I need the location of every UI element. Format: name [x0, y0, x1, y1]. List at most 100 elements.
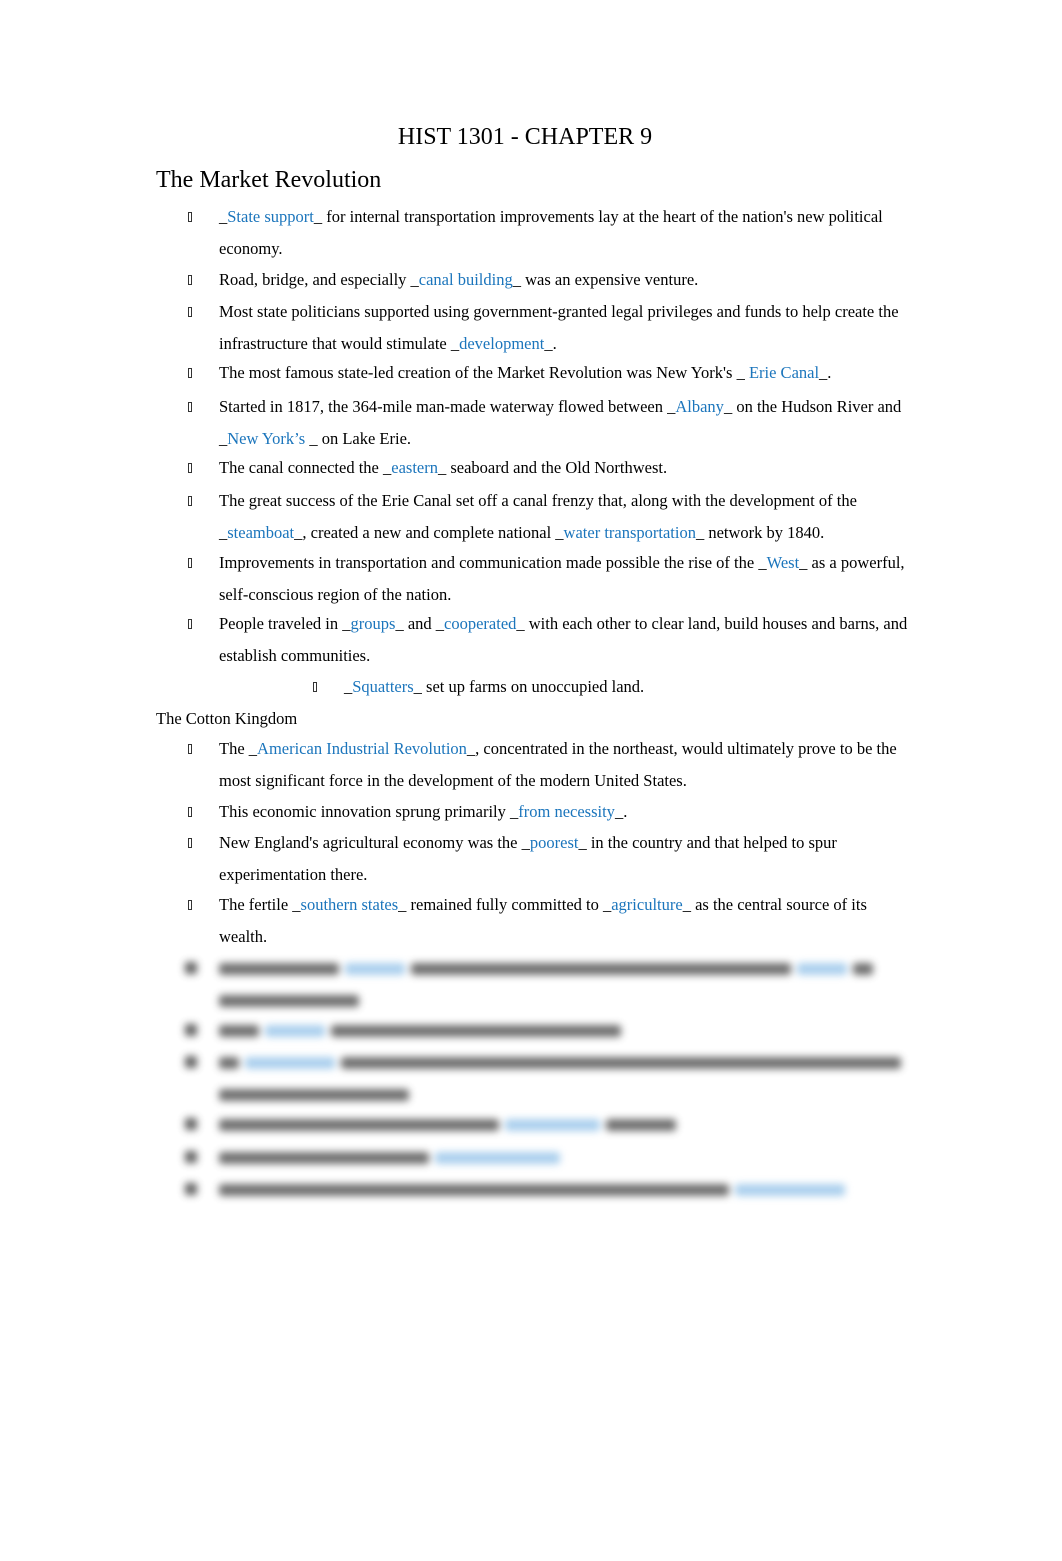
- answer-text: Erie Canal: [748, 363, 820, 382]
- bullet-icon: [188, 900, 192, 910]
- answer-text: agriculture: [611, 895, 683, 914]
- blurred-text: [797, 963, 847, 976]
- answer-text: water transportation: [563, 523, 696, 542]
- blurred-line: [185, 1046, 909, 1078]
- blurred-text: [219, 1057, 239, 1070]
- blurred-text: [265, 1025, 325, 1038]
- blurred-text: [219, 963, 339, 976]
- answer-text: Squatters: [352, 677, 414, 696]
- bullet-icon: [185, 1118, 197, 1130]
- item-text: The _: [219, 739, 258, 758]
- bullet-icon: [313, 682, 317, 692]
- bullet-icon: [188, 619, 192, 629]
- list-item: Started in 1817, the 364-mile man-made w…: [188, 391, 909, 455]
- bullet-icon: [185, 1024, 197, 1036]
- answer-text: southern states: [300, 895, 399, 914]
- item-text: Started in 1817, the 364-mile man-made w…: [219, 397, 676, 416]
- blurred-text: [853, 963, 873, 976]
- item-text: The most famous state-led creation of th…: [219, 363, 749, 382]
- item-text: People traveled in _: [219, 614, 351, 633]
- item-text: _ remained fully committed to _: [398, 895, 612, 914]
- bullet-icon: [188, 275, 192, 285]
- blurred-text: [341, 1057, 901, 1070]
- item-text: _ on Lake Erie.: [305, 429, 412, 448]
- blurred-line: [219, 1078, 909, 1110]
- blurred-line: [185, 952, 909, 984]
- blurred-text: [245, 1057, 335, 1070]
- blurred-line: [219, 984, 909, 1016]
- item-text: _.: [614, 802, 628, 821]
- blurred-text: [331, 1025, 621, 1038]
- item-text: New England's agricultural economy was t…: [219, 833, 530, 852]
- bullet-icon: [185, 1183, 197, 1195]
- blurred-text: [219, 995, 359, 1008]
- blurred-line: [185, 1173, 909, 1205]
- blurred-text: [219, 1152, 429, 1165]
- item-text: _: [344, 677, 353, 696]
- item-text: _ was an expensive venture.: [512, 270, 699, 289]
- bullet-icon: [188, 838, 192, 848]
- list-item: New England's agricultural economy was t…: [188, 827, 909, 891]
- blurred-text: [219, 1089, 409, 1102]
- blurred-line: [185, 1141, 909, 1173]
- item-text: Most state politicians supported using g…: [219, 302, 899, 353]
- list-item: Improvements in transportation and commu…: [188, 547, 909, 611]
- list-item: The _American Industrial Revolution_, co…: [188, 733, 909, 797]
- bullet-icon: [188, 307, 192, 317]
- item-text: _.: [819, 363, 832, 382]
- item-text: _ set up farms on unoccupied land.: [413, 677, 645, 696]
- bullet-icon: [185, 962, 197, 974]
- document-page: HIST 1301 - CHAPTER 9 The Market Revolut…: [0, 0, 1062, 1561]
- answer-text: poorest: [529, 833, 579, 852]
- answer-text: New York’s: [227, 429, 306, 448]
- bullet-icon: [188, 402, 192, 412]
- bullet-icon: [185, 1056, 197, 1068]
- bullet-icon: [188, 496, 192, 506]
- list-item: The most famous state-led creation of th…: [188, 357, 909, 389]
- list-item: This economic innovation sprung primaril…: [188, 796, 909, 828]
- bullet-icon: [188, 807, 192, 817]
- item-text: The canal connected the _: [219, 458, 392, 477]
- item-text: Improvements in transportation and commu…: [219, 553, 767, 572]
- item-text: Road, bridge, and especially _: [219, 270, 419, 289]
- blurred-text: [735, 1184, 845, 1197]
- answer-text: West: [766, 553, 800, 572]
- item-text: _.: [544, 334, 557, 353]
- blurred-text: [219, 1025, 259, 1038]
- blurred-text: [606, 1119, 676, 1132]
- blurred-line: [185, 1014, 909, 1046]
- bullet-icon: [188, 368, 192, 378]
- bullet-icon: [188, 744, 192, 754]
- answer-text: American Industrial Revolution: [257, 739, 467, 758]
- answer-text: development: [459, 334, 545, 353]
- blurred-line: [185, 1108, 909, 1140]
- answer-text: State support: [227, 207, 314, 226]
- answer-text: eastern: [391, 458, 438, 477]
- list-item: _State support_ for internal transportat…: [188, 201, 909, 265]
- answer-text: groups: [350, 614, 396, 633]
- answer-text: steamboat: [227, 523, 295, 542]
- answer-text: from necessity: [518, 802, 615, 821]
- blurred-text: [411, 963, 791, 976]
- blurred-text: [435, 1152, 560, 1165]
- item-text: _ for internal transportation improvemen…: [219, 207, 883, 258]
- item-text: _ network by 1840.: [695, 523, 825, 542]
- blurred-text: [219, 1184, 729, 1197]
- list-item: The canal connected the _eastern_ seaboa…: [188, 452, 909, 484]
- list-item: People traveled in _groups_ and _coopera…: [188, 608, 909, 672]
- bullet-icon: [188, 558, 192, 568]
- blurred-text: [219, 1119, 499, 1132]
- bullet-icon: [188, 463, 192, 473]
- answer-text: cooperated: [444, 614, 517, 633]
- item-text: This economic innovation sprung primaril…: [219, 802, 519, 821]
- list-item: The fertile _southern states_ remained f…: [188, 889, 909, 953]
- section-heading-cotton-kingdom: The Cotton Kingdom: [156, 709, 298, 728]
- answer-text: canal building: [418, 270, 513, 289]
- blurred-text: [505, 1119, 600, 1132]
- bullet-icon: [185, 1151, 197, 1163]
- list-item: Road, bridge, and especially _canal buil…: [188, 264, 909, 296]
- list-item: The great success of the Erie Canal set …: [188, 485, 909, 549]
- item-text: _ seaboard and the Old Northwest.: [437, 458, 668, 477]
- document-title: HIST 1301 - CHAPTER 9: [397, 124, 653, 150]
- sub-list-item: _Squatters_ set up farms on unoccupied l…: [313, 671, 904, 703]
